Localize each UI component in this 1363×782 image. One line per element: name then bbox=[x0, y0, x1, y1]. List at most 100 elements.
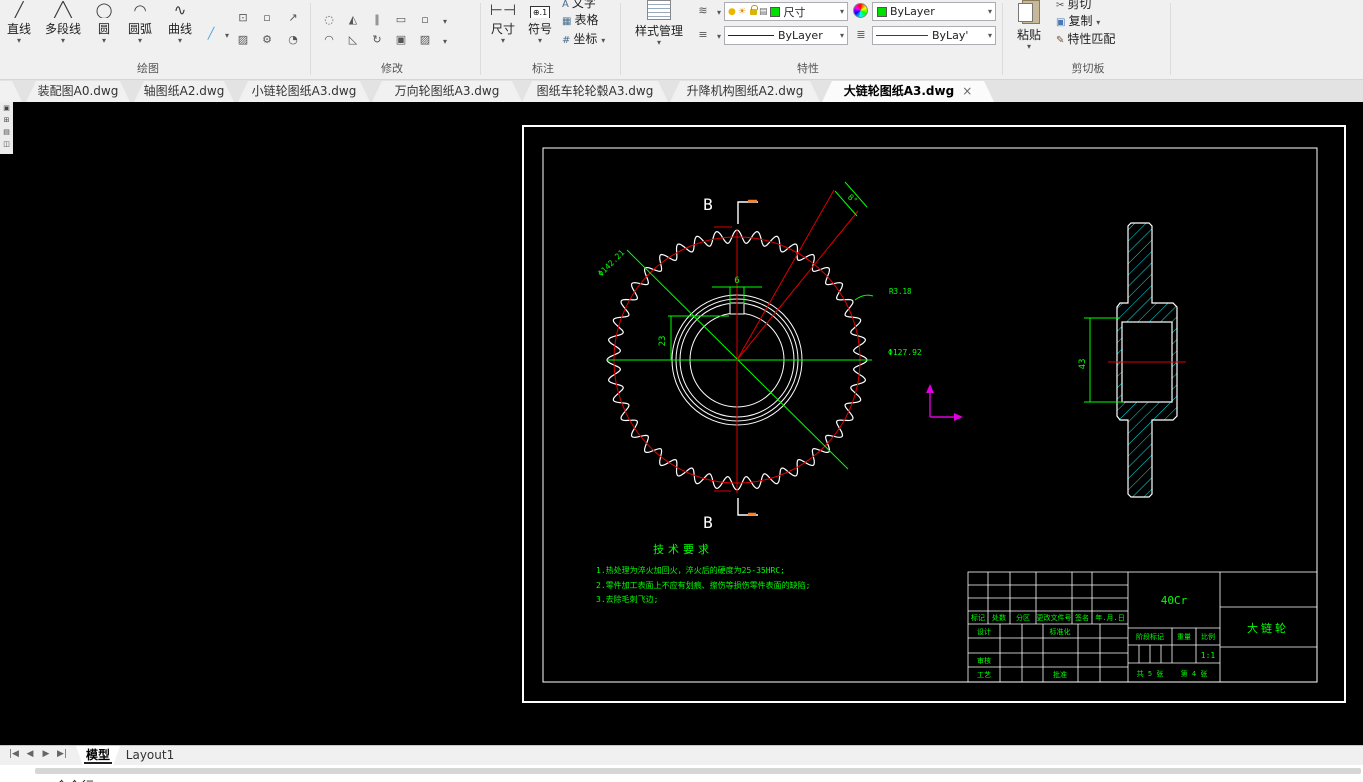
chamfer-icon[interactable]: ◺ bbox=[344, 32, 362, 48]
dropdown-arrow-icon[interactable]: ▾ bbox=[436, 14, 454, 30]
close-icon[interactable]: × bbox=[962, 84, 972, 98]
copy-button[interactable]: ▣ 复制 ▾ bbox=[1056, 13, 1100, 29]
tb-header: 分区 bbox=[1016, 613, 1030, 622]
tool-label: 符号 bbox=[527, 22, 552, 36]
rotate-icon[interactable]: ↻ bbox=[368, 32, 386, 48]
mini-tool-icon[interactable]: ⊞ bbox=[0, 114, 13, 126]
paste-clipboard-icon bbox=[1018, 0, 1040, 24]
doc-tab[interactable]: 小链轮图纸A3.dwg bbox=[238, 81, 370, 102]
layer-combo[interactable]: ● ☀ ▤ 尺寸 ▾ bbox=[724, 2, 848, 21]
tool-line[interactable]: ╱ 直线 ▾ bbox=[2, 0, 36, 45]
paste-button[interactable]: 粘贴 ▾ bbox=[1008, 0, 1050, 51]
command-line-title: 命令行 bbox=[55, 776, 94, 782]
box-icon[interactable]: ▣ bbox=[392, 32, 410, 48]
nav-prev-button[interactable]: ◀ bbox=[22, 749, 38, 759]
tooth-radius-leader bbox=[854, 294, 874, 301]
object-color-combo[interactable]: ByLayer ▾ bbox=[872, 2, 996, 21]
tb-process: 工艺 bbox=[977, 671, 991, 679]
dropdown-arrow-icon: ▾ bbox=[839, 7, 844, 16]
doc-tab[interactable]: 图纸车轮轮毂A3.dwg bbox=[522, 81, 668, 102]
tool-label: 样式管理 bbox=[634, 24, 683, 38]
mirror-icon[interactable]: ◭ bbox=[344, 12, 362, 28]
command-bar-handle[interactable] bbox=[35, 768, 1361, 774]
circle-icon: ◯ bbox=[95, 1, 113, 18]
mini-tool-icon[interactable]: ◫ bbox=[0, 138, 13, 150]
doc-tab[interactable]: 装配图A0.dwg bbox=[26, 81, 130, 102]
tool-polyline[interactable]: ╱╲ 多段线 ▾ bbox=[38, 0, 88, 45]
panel-divider bbox=[480, 3, 481, 75]
dropdown-arrow-icon: ▾ bbox=[537, 36, 542, 45]
style-manager-button[interactable]: 样式管理 ▾ bbox=[628, 0, 690, 47]
hatch-edit-icon[interactable]: ▨ bbox=[416, 32, 434, 48]
fillet-icon[interactable]: ◠ bbox=[320, 32, 338, 48]
linetype-list-icon[interactable]: ≣ bbox=[852, 27, 870, 43]
match-properties-button[interactable]: ✎ 特性匹配 bbox=[1056, 31, 1115, 47]
doc-tab[interactable]: 升降机构图纸A2.dwg bbox=[670, 81, 820, 102]
text-tool[interactable]: A 文字 bbox=[562, 0, 596, 11]
layout1-tab[interactable]: Layout1 bbox=[120, 746, 180, 766]
tool-label: 曲线 bbox=[167, 22, 192, 36]
bore-dimension-text: 23 bbox=[658, 336, 668, 347]
linetype2-combo[interactable]: ByLay' ▾ bbox=[872, 26, 996, 45]
small-item-label: 剪切 bbox=[1067, 0, 1092, 11]
gear-block-icon[interactable]: ⚙ bbox=[258, 32, 276, 48]
doc-tab[interactable]: 轴图纸A2.dwg bbox=[134, 81, 234, 102]
erase-icon[interactable]: ◌ bbox=[320, 12, 338, 28]
rectangle-icon[interactable]: ▭ bbox=[392, 12, 410, 28]
tool-spline[interactable]: ∿ 曲线 ▾ bbox=[160, 0, 200, 45]
model-tab-label: 模型 bbox=[85, 748, 110, 762]
model-tab[interactable]: 模型 bbox=[76, 746, 120, 766]
tool-symbol[interactable]: ⊕.1 符号 ▾ bbox=[522, 0, 558, 45]
dropdown-arrow-icon[interactable]: ▾ bbox=[436, 34, 454, 50]
tb-scale-label: 比例 bbox=[1201, 632, 1215, 641]
dropdown-arrow-icon: ▾ bbox=[987, 31, 992, 40]
nav-first-button[interactable]: |◀ bbox=[6, 749, 22, 759]
angle-ray-1 bbox=[736, 189, 835, 361]
region-icon[interactable]: ◔ bbox=[284, 32, 302, 48]
tech-note: 2.零件加工表面上不应有划痕、擦伤等损伤零件表面的缺陷; bbox=[596, 580, 810, 590]
doc-tab[interactable]: 万向轮图纸A3.dwg bbox=[372, 81, 522, 102]
layer-color-swatch bbox=[770, 6, 781, 17]
tool-dimension[interactable]: ⊢⊣ 尺寸 ▾ bbox=[486, 0, 520, 45]
linetype-combo[interactable]: ByLayer ▾ bbox=[724, 26, 848, 45]
dropdown-arrow-icon: ▾ bbox=[1096, 18, 1101, 27]
nav-last-button[interactable]: ▶| bbox=[54, 749, 70, 759]
coordinate-tool[interactable]: # 坐标 ▾ bbox=[562, 31, 605, 47]
tb-part-name: 大链轮 bbox=[1247, 621, 1289, 635]
polyline-icon: ╱╲ bbox=[53, 1, 73, 18]
nav-next-button[interactable]: ▶ bbox=[38, 749, 54, 759]
cut-button[interactable]: ✂ 剪切 bbox=[1056, 0, 1091, 12]
small-item-label: 特性匹配 bbox=[1067, 32, 1116, 46]
tool-arc[interactable]: ◠ 圆弧 ▾ bbox=[120, 0, 160, 45]
offset-icon[interactable]: ∥ bbox=[368, 12, 386, 28]
small-item-label: 文字 bbox=[571, 0, 596, 10]
table-tool[interactable]: ▦ 表格 bbox=[562, 12, 598, 28]
color-swatch bbox=[877, 6, 887, 17]
match-properties-brush-icon: ✎ bbox=[1056, 35, 1065, 46]
copy-icon: ▣ bbox=[1056, 17, 1066, 28]
tb-header: 处数 bbox=[992, 613, 1006, 622]
section-mark-top bbox=[737, 201, 758, 224]
tool-label: 直线 bbox=[6, 22, 31, 36]
small-item-label: 表格 bbox=[574, 13, 599, 27]
wipeout-icon[interactable]: ▫ bbox=[258, 10, 276, 26]
tooth-radius-text: R3.18 bbox=[889, 287, 912, 296]
hatch-icon[interactable]: ▨ bbox=[234, 32, 252, 48]
doc-tab-active[interactable]: 大链轮图纸A3.dwg × bbox=[822, 81, 994, 102]
current-layer-name: 尺寸 bbox=[783, 5, 806, 19]
boundary-icon[interactable]: ⊡ bbox=[234, 10, 252, 26]
mini-tool-icon[interactable]: ▣ bbox=[0, 102, 13, 114]
angle-dimension-text: 8° bbox=[846, 193, 859, 206]
command-line-area[interactable]: 命令行 bbox=[0, 765, 1363, 782]
draw-panel-label: 绘图 bbox=[137, 62, 159, 75]
dropdown-arrow-icon: ▾ bbox=[137, 36, 142, 45]
mini-tool-icon[interactable]: ▤ bbox=[0, 126, 13, 138]
dropdown-arrow-icon: ▾ bbox=[101, 36, 106, 45]
color-wheel-icon[interactable] bbox=[853, 3, 868, 18]
leader-arrow-icon[interactable]: ↗ bbox=[284, 10, 302, 26]
tool-circle[interactable]: ◯ 圆 ▾ bbox=[88, 0, 120, 45]
rect-array-icon[interactable]: ▫ bbox=[416, 12, 434, 28]
tb-header: 签名 bbox=[1075, 613, 1089, 622]
drawing-canvas[interactable]: 8° 6 23 Φ142.21 Φ127.92 R3.18 B B 43 技术要… bbox=[0, 102, 1363, 745]
dropdown-arrow-icon: ▾ bbox=[16, 36, 21, 45]
